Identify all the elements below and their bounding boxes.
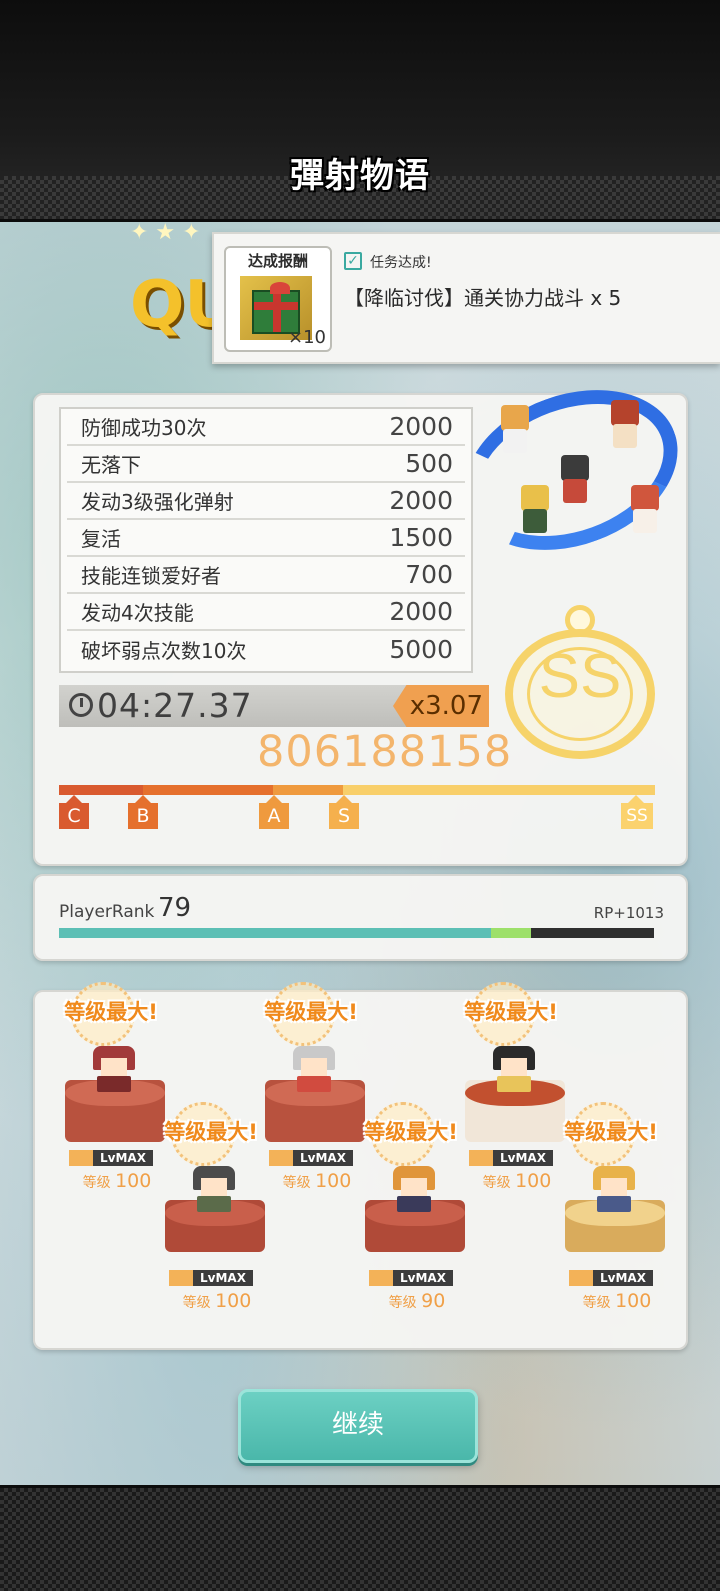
score-panel: 防御成功30次 2000 无落下 500 发动3级强化弹射 2000 复活 15… <box>33 361 701 866</box>
level-max-banner: 等级最大! <box>351 1102 471 1166</box>
rank-mark-b: B <box>128 795 158 829</box>
bonus-row: 复活 1500 <box>67 520 465 557</box>
rank-mark-a: A <box>259 795 289 829</box>
reward-title: 达成报酬 <box>247 252 308 270</box>
bonus-row: 发动3级强化弹射 2000 <box>67 483 465 520</box>
level-max-banner: 等级最大! <box>151 1102 271 1166</box>
bonus-value: 5000 <box>389 635 453 664</box>
party-member-sprite <box>515 485 555 535</box>
bonus-value: 2000 <box>389 597 453 626</box>
reward-quantity: ×10 <box>288 327 326 348</box>
bottom-bar <box>0 1485 720 1591</box>
rank-progress-fill <box>59 928 491 938</box>
unit-level: 等级 100 <box>482 1170 552 1192</box>
bonus-value: 700 <box>405 560 453 589</box>
bonus-name: 复活 <box>81 527 121 551</box>
mission-reward-popup: 达成报酬 ×10 ✓ 任务达成! 【降临讨伐】通关协力战斗 x 5 <box>212 232 720 364</box>
bonus-list: 防御成功30次 2000 无落下 500 发动3级强化弹射 2000 复活 15… <box>59 407 473 673</box>
unit-sprite <box>91 1046 137 1092</box>
bonus-value: 1500 <box>389 523 453 552</box>
bonus-name: 技能连锁爱好者 <box>81 564 221 588</box>
lvmax-tag: LvMAX <box>169 1270 253 1286</box>
rank-mark-ss: SS <box>621 795 653 829</box>
rank-mark-c: C <box>59 795 89 829</box>
player-rank-value: 79 <box>158 893 192 923</box>
game-logo: 彈射物语 <box>280 132 440 212</box>
rank-mark-s: S <box>329 795 359 829</box>
bonus-name: 防御成功30次 <box>81 416 207 440</box>
party-illustration <box>441 361 701 579</box>
bonus-value: 2000 <box>389 412 453 441</box>
score-multiplier: x3.07 <box>393 685 489 727</box>
player-rank-label: PlayerRank <box>59 902 155 922</box>
party-member-sprite <box>495 405 535 455</box>
bonus-row: 无落下 500 <box>67 446 465 483</box>
unit-level: 等级 90 <box>388 1290 446 1312</box>
bonus-row: 破坏弱点次数10次 5000 <box>67 631 465 668</box>
multiplier-value: x3.07 <box>409 691 483 721</box>
party-member-sprite <box>625 485 665 535</box>
bonus-row: 防御成功30次 2000 <box>67 409 465 446</box>
bonus-value: 500 <box>405 449 453 478</box>
level-max-banner: 等级最大! <box>551 1102 671 1166</box>
unit-sprite <box>291 1046 337 1092</box>
rp-gain: RP+1013 <box>593 904 664 922</box>
bonus-row: 技能连锁爱好者 700 <box>67 557 465 594</box>
rank-badge: SS <box>505 605 655 765</box>
rank-scale: C B A S SS <box>59 785 655 829</box>
rank-segment <box>59 785 143 795</box>
mission-status: 任务达成! <box>370 255 432 271</box>
unit-level: 等级 100 <box>182 1290 252 1312</box>
bonus-row: 发动4次技能 2000 <box>67 594 465 631</box>
unit-sprite <box>491 1046 537 1092</box>
party-member-sprite <box>605 400 645 450</box>
rank-progress-bar <box>59 928 654 938</box>
bonus-name: 发动4次技能 <box>81 601 194 625</box>
reward-item-icon: 达成报酬 ×10 <box>224 246 332 352</box>
stopwatch-icon <box>69 693 93 717</box>
player-rank-panel: PlayerRank 79 RP+1013 <box>33 874 688 961</box>
clear-time: 04:27.37 <box>97 686 253 725</box>
top-bar: 彈射物语 <box>0 0 720 222</box>
unit-level: 等级 100 <box>82 1170 152 1192</box>
unit-sprite <box>191 1166 237 1212</box>
lvmax-tag: LvMAX <box>469 1150 553 1166</box>
rank-segment <box>143 785 273 795</box>
lvmax-tag: LvMAX <box>269 1150 353 1166</box>
continue-button[interactable]: 继续 <box>238 1389 478 1463</box>
sparkle-stars: ✦ ★ ✦ <box>130 220 201 245</box>
checkbox-checked-icon: ✓ <box>344 252 362 270</box>
bonus-value: 2000 <box>389 486 453 515</box>
party-member-sprite <box>555 455 595 505</box>
level-max-banner: 等级最大! <box>451 982 571 1046</box>
unit-sprite <box>391 1166 437 1212</box>
rank-progress-gain <box>490 928 532 938</box>
level-max-banner: 等级最大! <box>251 982 371 1046</box>
unit-level: 等级 100 <box>582 1290 652 1312</box>
mission-description: 【降临讨伐】通关协力战斗 x 5 <box>344 286 622 310</box>
lvmax-tag: LvMAX <box>69 1150 153 1166</box>
rank-segment <box>273 785 343 795</box>
unit-sprite <box>591 1166 637 1212</box>
lvmax-tag: LvMAX <box>369 1270 453 1286</box>
level-max-banner: 等级最大! <box>51 982 171 1046</box>
bonus-name: 破坏弱点次数10次 <box>81 639 247 663</box>
rank-badge-text: SS <box>538 642 622 711</box>
bonus-name: 无落下 <box>81 453 141 477</box>
lvmax-tag: LvMAX <box>569 1270 653 1286</box>
bonus-name: 发动3级强化弹射 <box>81 490 234 514</box>
rank-segment <box>343 785 655 795</box>
game-logo-text: 彈射物语 <box>290 155 430 196</box>
unit-level: 等级 100 <box>282 1170 352 1192</box>
total-score: 806188158 <box>257 727 513 777</box>
unit-level-panel: 等级最大! LvMAX 等级 100 等级最大! LvMAX 等级 100 等级… <box>33 982 688 1350</box>
